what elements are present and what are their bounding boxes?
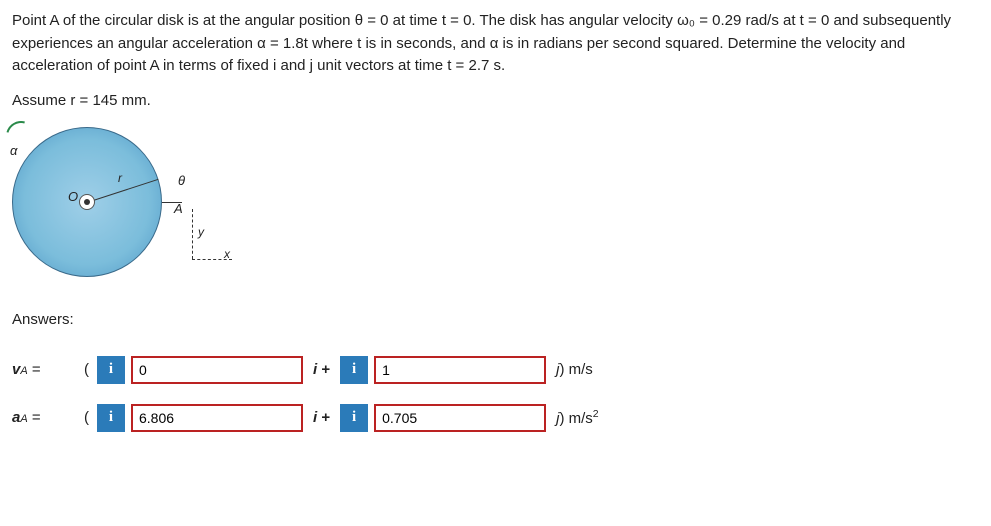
question-body: Point A of the circular disk is at the a… [12,10,979,78]
acceleration-symbol: aA = [12,409,76,426]
assume-text: Assume r = 145 mm. [12,92,979,109]
i-plus-label: i + [313,361,330,378]
alpha-label: α [10,143,17,158]
open-paren: ( [84,409,89,426]
y-axis-label: y [198,225,204,239]
y-axis [192,209,193,259]
info-icon[interactable]: i [97,356,125,384]
velocity-unit: j) m/s [556,361,593,378]
acceleration-i-input[interactable] [131,404,303,432]
velocity-i-input[interactable] [131,356,303,384]
velocity-row: vA = ( i i + i j) m/s [12,356,979,384]
i-plus-label: i + [313,409,330,426]
answers-header: Answers: [12,311,979,328]
velocity-symbol: vA = [12,361,76,378]
point-a-label: A [174,201,183,216]
radius-line [87,178,159,202]
info-icon[interactable]: i [340,356,368,384]
disk-circle [12,127,162,277]
center-dot [84,199,90,205]
disk-diagram: α O r θ A y x [12,127,242,287]
theta-label: θ [178,173,185,188]
info-icon[interactable]: i [340,404,368,432]
info-icon[interactable]: i [97,404,125,432]
origin-label: O [68,189,78,204]
acceleration-j-input[interactable] [374,404,546,432]
acceleration-row: aA = ( i i + i j) m/s2 [12,404,979,432]
open-paren: ( [84,361,89,378]
velocity-j-input[interactable] [374,356,546,384]
radius-label: r [118,171,122,185]
x-axis-label: x [224,247,230,261]
acceleration-unit: j) m/s2 [556,408,599,427]
